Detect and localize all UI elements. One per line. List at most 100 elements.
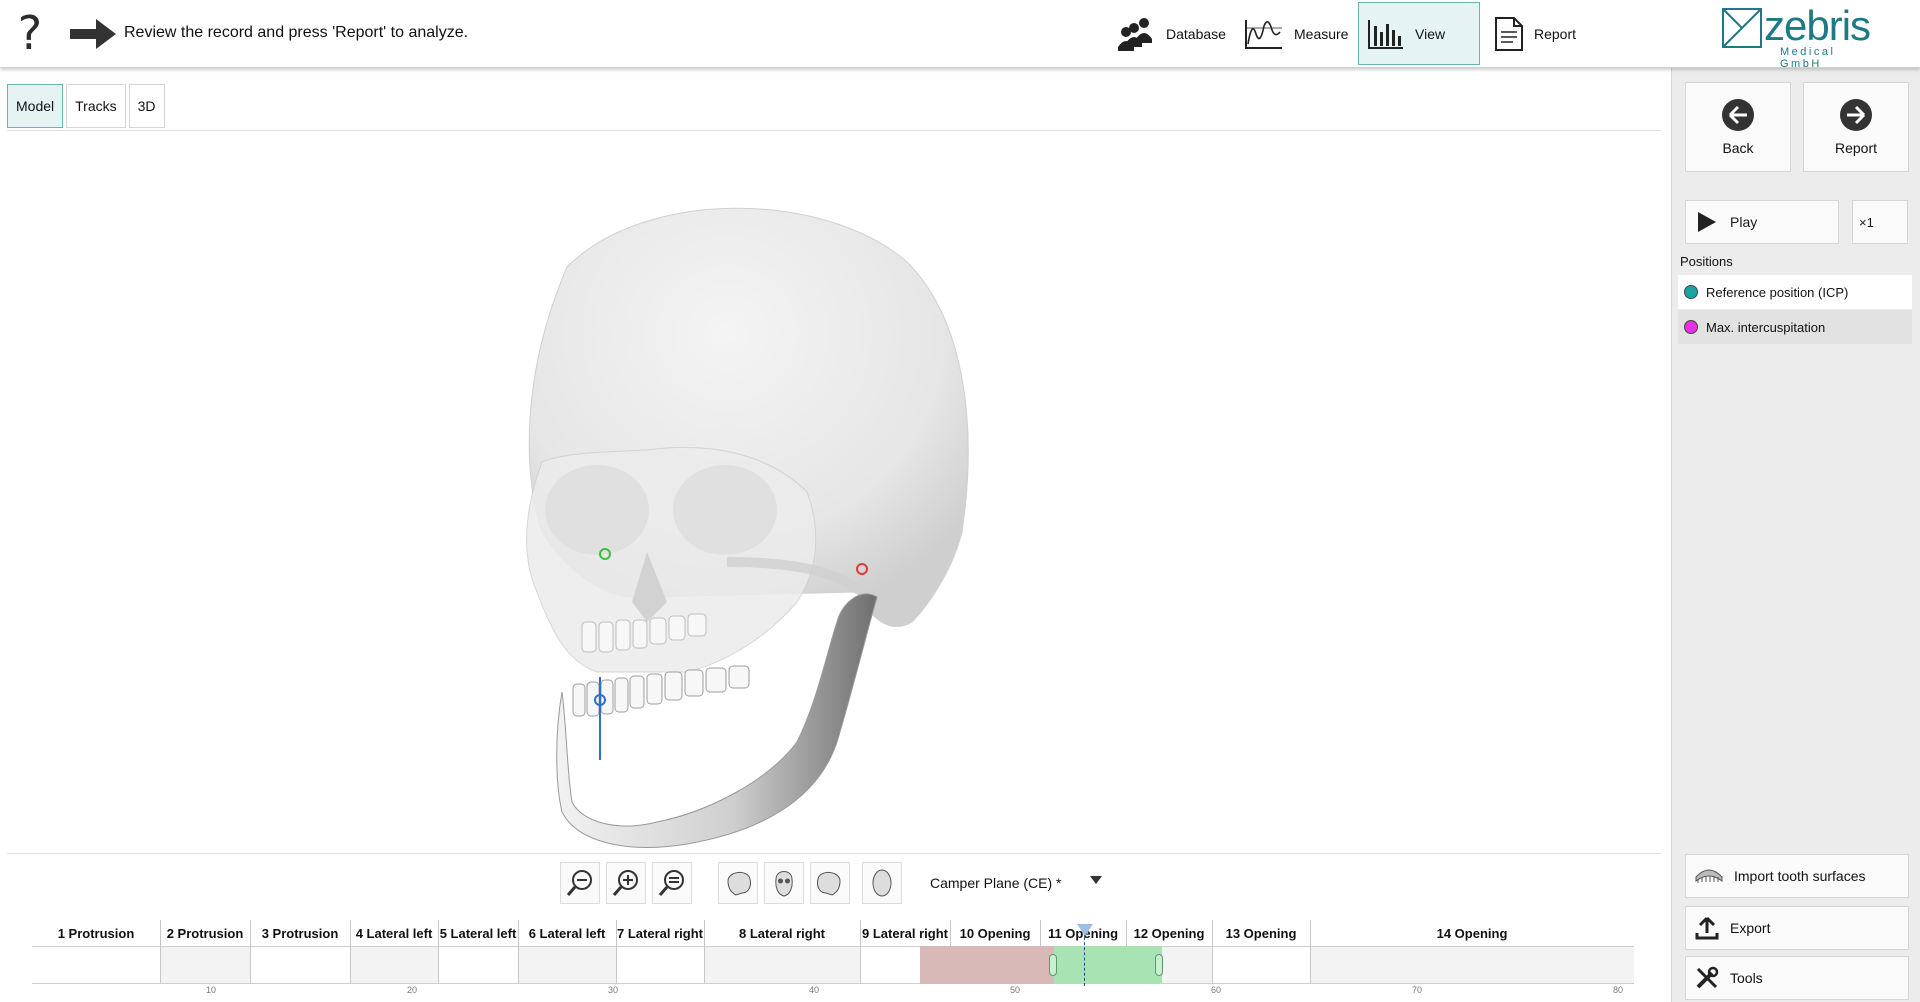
play-button[interactable]: Play <box>1685 200 1839 244</box>
report-button[interactable]: Report <box>1803 82 1909 172</box>
timeline-segment-label: 8 Lateral right <box>739 926 825 941</box>
timeline-selection-previous <box>920 946 1056 984</box>
position-item-reference[interactable]: Reference position (ICP) <box>1678 275 1912 309</box>
zoom-out-button[interactable] <box>560 862 600 904</box>
timeline-segment[interactable] <box>1310 946 1634 984</box>
tabs-divider <box>7 130 1661 131</box>
view-top-button[interactable] <box>862 862 902 904</box>
back-button[interactable]: Back <box>1685 82 1791 172</box>
tab-tracks[interactable]: Tracks <box>66 84 126 128</box>
play-icon <box>1698 212 1716 232</box>
timeline-segment-label: 13 Opening <box>1225 926 1297 941</box>
timeline-segment[interactable] <box>518 946 616 984</box>
arrow-right-icon <box>70 19 116 49</box>
timeline-segment-label: 2 Protrusion <box>166 926 244 941</box>
timeline-segment[interactable] <box>350 946 438 984</box>
viewport-divider <box>7 853 1661 854</box>
logo-word: zebris <box>1764 2 1871 49</box>
nav-view-label: View <box>1415 25 1446 42</box>
nav-measure-button[interactable]: Measure <box>1236 2 1354 65</box>
timeline-segment-label: 9 Lateral right <box>862 926 948 941</box>
timeline-separator <box>616 920 617 984</box>
timeline-tick-label: 30 <box>608 985 619 995</box>
zebris-logo: zebris Medical GmbH <box>1722 2 1872 70</box>
timeline-segment[interactable] <box>250 946 350 984</box>
tools-icon <box>1696 966 1719 989</box>
timeline-tick-label: 70 <box>1412 985 1423 995</box>
play-label: Play <box>1730 214 1758 230</box>
position-color-dot <box>1684 320 1698 334</box>
timeline-separator <box>350 920 351 984</box>
timeline-segment[interactable] <box>160 946 250 984</box>
playhead-line[interactable] <box>1084 932 1085 986</box>
positions-heading: Positions <box>1680 254 1733 269</box>
view-side-left-button[interactable] <box>718 862 758 904</box>
view-side-right-button[interactable] <box>810 862 850 904</box>
timeline-separator <box>518 920 519 984</box>
zoom-in-button[interactable] <box>606 862 646 904</box>
export-button[interactable]: Export <box>1685 906 1909 950</box>
timeline-separator <box>860 920 861 984</box>
reference-plane-select[interactable]: Camper Plane (CE) * <box>920 862 1110 904</box>
position-item-max-intercuspitation[interactable]: Max. intercuspitation <box>1678 310 1912 344</box>
timeline-separator <box>1212 920 1213 984</box>
timeline-separator <box>438 920 439 984</box>
right-panel: Back Report Play ×1 Positions Reference … <box>1671 68 1920 1002</box>
timeline-segment-label: 12 Opening <box>1133 926 1205 941</box>
timeline-separator <box>1310 920 1311 984</box>
skull-front-icon <box>775 871 793 897</box>
zoom-out-icon <box>566 870 592 896</box>
tools-label: Tools <box>1730 970 1763 986</box>
playhead-marker-icon[interactable] <box>1077 924 1093 936</box>
playback-speed-button[interactable]: ×1 <box>1852 200 1908 244</box>
timeline-segment-label: 4 Lateral left <box>355 926 433 941</box>
zebris-mark-icon <box>1722 8 1762 48</box>
timeline-segment[interactable] <box>1212 946 1310 984</box>
help-button[interactable]: ? <box>10 8 50 58</box>
view-tabs: Model Tracks 3D <box>7 84 165 128</box>
timeline-segment[interactable] <box>616 946 704 984</box>
left-orbit <box>545 465 649 555</box>
bar-chart-icon <box>1368 19 1403 49</box>
3d-viewport[interactable] <box>7 132 1661 852</box>
tab-3d[interactable]: 3D <box>128 84 165 128</box>
timeline-segment[interactable] <box>32 946 160 984</box>
position-label: Max. intercuspitation <box>1706 319 1826 335</box>
nav-database-button[interactable]: Database <box>1110 2 1232 65</box>
tooth-surface-icon <box>1695 869 1723 883</box>
report-label: Report <box>1834 140 1878 156</box>
timeline-segment[interactable] <box>704 946 860 984</box>
position-color-dot <box>1684 285 1698 299</box>
document-icon <box>1495 16 1523 51</box>
nav-report-label: Report <box>1534 25 1577 42</box>
tools-button[interactable]: Tools <box>1685 956 1909 1000</box>
skull-model[interactable] <box>7 132 1661 852</box>
instruction-text: Review the record and press 'Report' to … <box>124 24 469 41</box>
zoom-fit-button[interactable] <box>652 862 692 904</box>
selection-start-handle[interactable] <box>1049 954 1057 976</box>
skull-side-icon <box>817 872 841 896</box>
nav-database-label: Database <box>1166 25 1226 42</box>
arrow-right-circle-icon <box>1840 99 1872 131</box>
chevron-down-icon[interactable] <box>1090 876 1102 884</box>
recording-timeline[interactable]: 1 Protrusion 2 Protrusion 3 Protrusion 4 La… <box>32 918 1634 1002</box>
timeline-segment-label: 10 Opening <box>959 926 1031 941</box>
selection-end-handle[interactable] <box>1155 954 1163 976</box>
upload-icon <box>1695 916 1719 940</box>
logo-subtitle: Medical GmbH <box>1780 46 1836 70</box>
view-front-button[interactable] <box>764 862 804 904</box>
nav-view-button[interactable]: View <box>1358 2 1480 65</box>
position-label: Reference position (ICP) <box>1706 284 1849 300</box>
zoom-in-icon <box>612 870 638 896</box>
import-tooth-surfaces-button[interactable]: Import tooth surfaces <box>1685 854 1909 898</box>
timeline-segment-label: 14 Opening <box>1436 926 1508 941</box>
timeline-tick-label: 50 <box>1010 985 1021 995</box>
timeline-segment-label: 5 Lateral left <box>439 926 517 941</box>
timeline-tick-label: 60 <box>1211 985 1222 995</box>
nav-report-button[interactable]: Report <box>1486 2 1606 65</box>
timeline-separator <box>250 920 251 984</box>
back-label: Back <box>1722 140 1754 156</box>
timeline-segment[interactable] <box>438 946 518 984</box>
tab-model[interactable]: Model <box>7 84 64 128</box>
timeline-selection-active[interactable] <box>1054 946 1162 984</box>
